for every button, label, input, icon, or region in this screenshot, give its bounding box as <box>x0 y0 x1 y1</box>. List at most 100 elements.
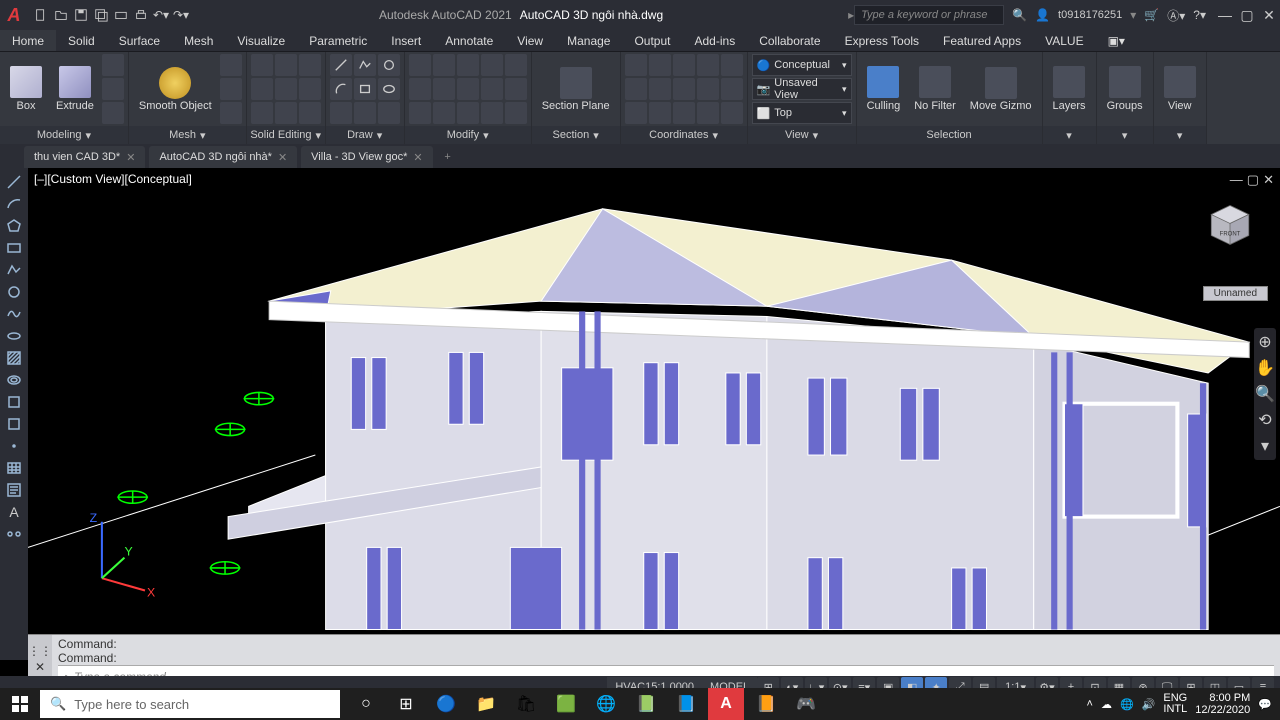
qat-print-icon[interactable] <box>132 6 150 24</box>
viewcube[interactable]: FRONT <box>1200 198 1260 258</box>
tool-hatch-icon[interactable] <box>4 348 24 368</box>
cmd-handle-icon[interactable]: ⋮⋮ <box>28 644 52 658</box>
tool-line-icon[interactable] <box>4 172 24 192</box>
smooth-object-button[interactable]: Smooth Object <box>133 65 218 114</box>
ucs-x-icon[interactable] <box>697 54 719 76</box>
app3-icon[interactable]: 📙 <box>748 688 784 720</box>
edge-icon[interactable]: 🔵 <box>428 688 464 720</box>
polysolid-icon[interactable] <box>102 54 124 76</box>
tray-cloud-icon[interactable]: ☁ <box>1101 698 1112 711</box>
chrome-icon[interactable]: 🌐 <box>588 688 624 720</box>
mesh-more-icon[interactable] <box>220 54 242 76</box>
panel-modify[interactable]: Modify ▾ <box>405 126 531 144</box>
spline-icon[interactable] <box>354 102 376 124</box>
polyline-icon[interactable] <box>354 54 376 76</box>
move-gizmo-button[interactable]: Move Gizmo <box>964 65 1038 114</box>
qat-plot-icon[interactable] <box>112 6 130 24</box>
tab-parametric[interactable]: Parametric <box>297 30 379 51</box>
ucs-z-icon[interactable] <box>625 78 647 100</box>
nofilter-button[interactable]: No Filter <box>908 64 962 114</box>
taper-face-icon[interactable] <box>275 78 297 100</box>
user-icon[interactable]: 👤 <box>1035 8 1050 22</box>
start-button[interactable] <box>0 688 40 720</box>
hatch-icon[interactable] <box>330 102 352 124</box>
tool-block-icon[interactable] <box>4 392 24 412</box>
qat-undo-icon[interactable]: ↶▾ <box>152 6 170 24</box>
nav-view-dropdown[interactable]: ⬜Top <box>752 102 852 124</box>
culling-button[interactable]: Culling <box>861 64 907 114</box>
move-icon[interactable] <box>409 54 431 76</box>
maximize-button[interactable]: ▢ <box>1236 4 1258 26</box>
panel-view[interactable]: View ▾ <box>748 126 856 144</box>
help-icon[interactable]: ?▾ <box>1193 8 1206 22</box>
circle-icon[interactable] <box>378 54 400 76</box>
close-icon[interactable]: ✕ <box>413 151 422 164</box>
nav-orbit-icon[interactable]: ⟲ <box>1258 410 1271 430</box>
panel-modeling[interactable]: Modeling ▾ <box>0 126 128 144</box>
tool-insert-icon[interactable] <box>4 414 24 434</box>
tab-view[interactable]: View <box>505 30 555 51</box>
qat-redo-icon[interactable]: ↷▾ <box>172 6 190 24</box>
layers-button[interactable]: Layers <box>1047 64 1092 114</box>
app1-icon[interactable]: 🟩 <box>548 688 584 720</box>
app-store-icon[interactable]: Ⓐ▾ <box>1167 7 1185 24</box>
ucs-origin-icon[interactable] <box>625 102 647 124</box>
minimize-button[interactable]: — <box>1214 4 1236 26</box>
new-tab-button[interactable]: + <box>437 146 459 168</box>
ucs-3point-icon[interactable] <box>721 78 743 100</box>
tab-output[interactable]: Output <box>622 30 682 51</box>
tab-value[interactable]: VALUE <box>1033 30 1095 51</box>
revolve-icon[interactable] <box>102 102 124 124</box>
mesh-refine-icon[interactable] <box>220 102 242 124</box>
extrude-face-icon[interactable] <box>251 78 273 100</box>
nav-pan-icon[interactable]: ✋ <box>1255 358 1275 378</box>
tab-manage[interactable]: Manage <box>555 30 622 51</box>
tool-table-icon[interactable] <box>4 458 24 478</box>
groups-button[interactable]: Groups <box>1101 64 1149 114</box>
shell-icon[interactable] <box>299 78 321 100</box>
user-name[interactable]: t0918176251 <box>1058 9 1122 21</box>
rotate-icon[interactable] <box>433 54 455 76</box>
search-icon[interactable]: 🔍 <box>1012 8 1027 22</box>
panel-mesh[interactable]: Mesh ▾ <box>129 126 246 144</box>
copy-icon[interactable] <box>505 54 527 76</box>
tray-volume-icon[interactable]: 🔊 <box>1142 698 1156 711</box>
saved-view-dropdown[interactable]: 📷Unsaved View <box>752 78 852 100</box>
mirror-icon[interactable] <box>409 78 431 100</box>
tool-point-icon[interactable] <box>4 436 24 456</box>
qat-open-icon[interactable] <box>52 6 70 24</box>
panel-draw[interactable]: Draw ▾ <box>326 126 404 144</box>
extrude-button[interactable]: Extrude <box>50 64 100 114</box>
offset-icon[interactable] <box>433 102 455 124</box>
nav-fullnav-icon[interactable]: ⊕ <box>1258 332 1271 352</box>
ucs-y-icon[interactable] <box>721 54 743 76</box>
command-window[interactable]: ⋮⋮✕ Command: Command: Type a command <box>28 634 1280 682</box>
tool-more-icon[interactable] <box>4 524 24 544</box>
trim-icon[interactable] <box>457 54 479 76</box>
erase-icon[interactable] <box>481 54 503 76</box>
autocad-task-icon[interactable]: A <box>708 688 744 720</box>
tool-arc-icon[interactable] <box>4 194 24 214</box>
tool-spline-icon[interactable] <box>4 304 24 324</box>
file-tab-1[interactable]: thu vien CAD 3D*✕ <box>24 146 145 168</box>
3dscale-icon[interactable] <box>505 102 527 124</box>
scale-icon[interactable] <box>505 78 527 100</box>
rectangle-icon[interactable] <box>354 78 376 100</box>
tool-rect-icon[interactable] <box>4 238 24 258</box>
tab-addins[interactable]: Add-ins <box>683 30 748 51</box>
tab-annotate[interactable]: Annotate <box>433 30 505 51</box>
app-logo[interactable]: A <box>0 0 28 30</box>
panel-solid-editing[interactable]: Solid Editing ▾ <box>247 126 325 144</box>
ucs-named-icon[interactable] <box>649 102 671 124</box>
tray-lang[interactable]: ENGINTL <box>1163 693 1187 715</box>
mesh-less-icon[interactable] <box>220 78 242 100</box>
panel-section[interactable]: Section ▾ <box>532 126 620 144</box>
tool-polygon-icon[interactable] <box>4 216 24 236</box>
tab-solid[interactable]: Solid <box>56 30 107 51</box>
union-icon[interactable] <box>251 54 273 76</box>
tab-featured[interactable]: Featured Apps <box>931 30 1033 51</box>
tray-expand-icon[interactable]: ˄ <box>1087 698 1093 710</box>
fillet-edge-icon[interactable] <box>251 102 273 124</box>
file-tab-2[interactable]: AutoCAD 3D ngôi nhà*✕ <box>149 146 297 168</box>
tray-clock[interactable]: 8:00 PM12/22/2020 <box>1195 692 1250 716</box>
